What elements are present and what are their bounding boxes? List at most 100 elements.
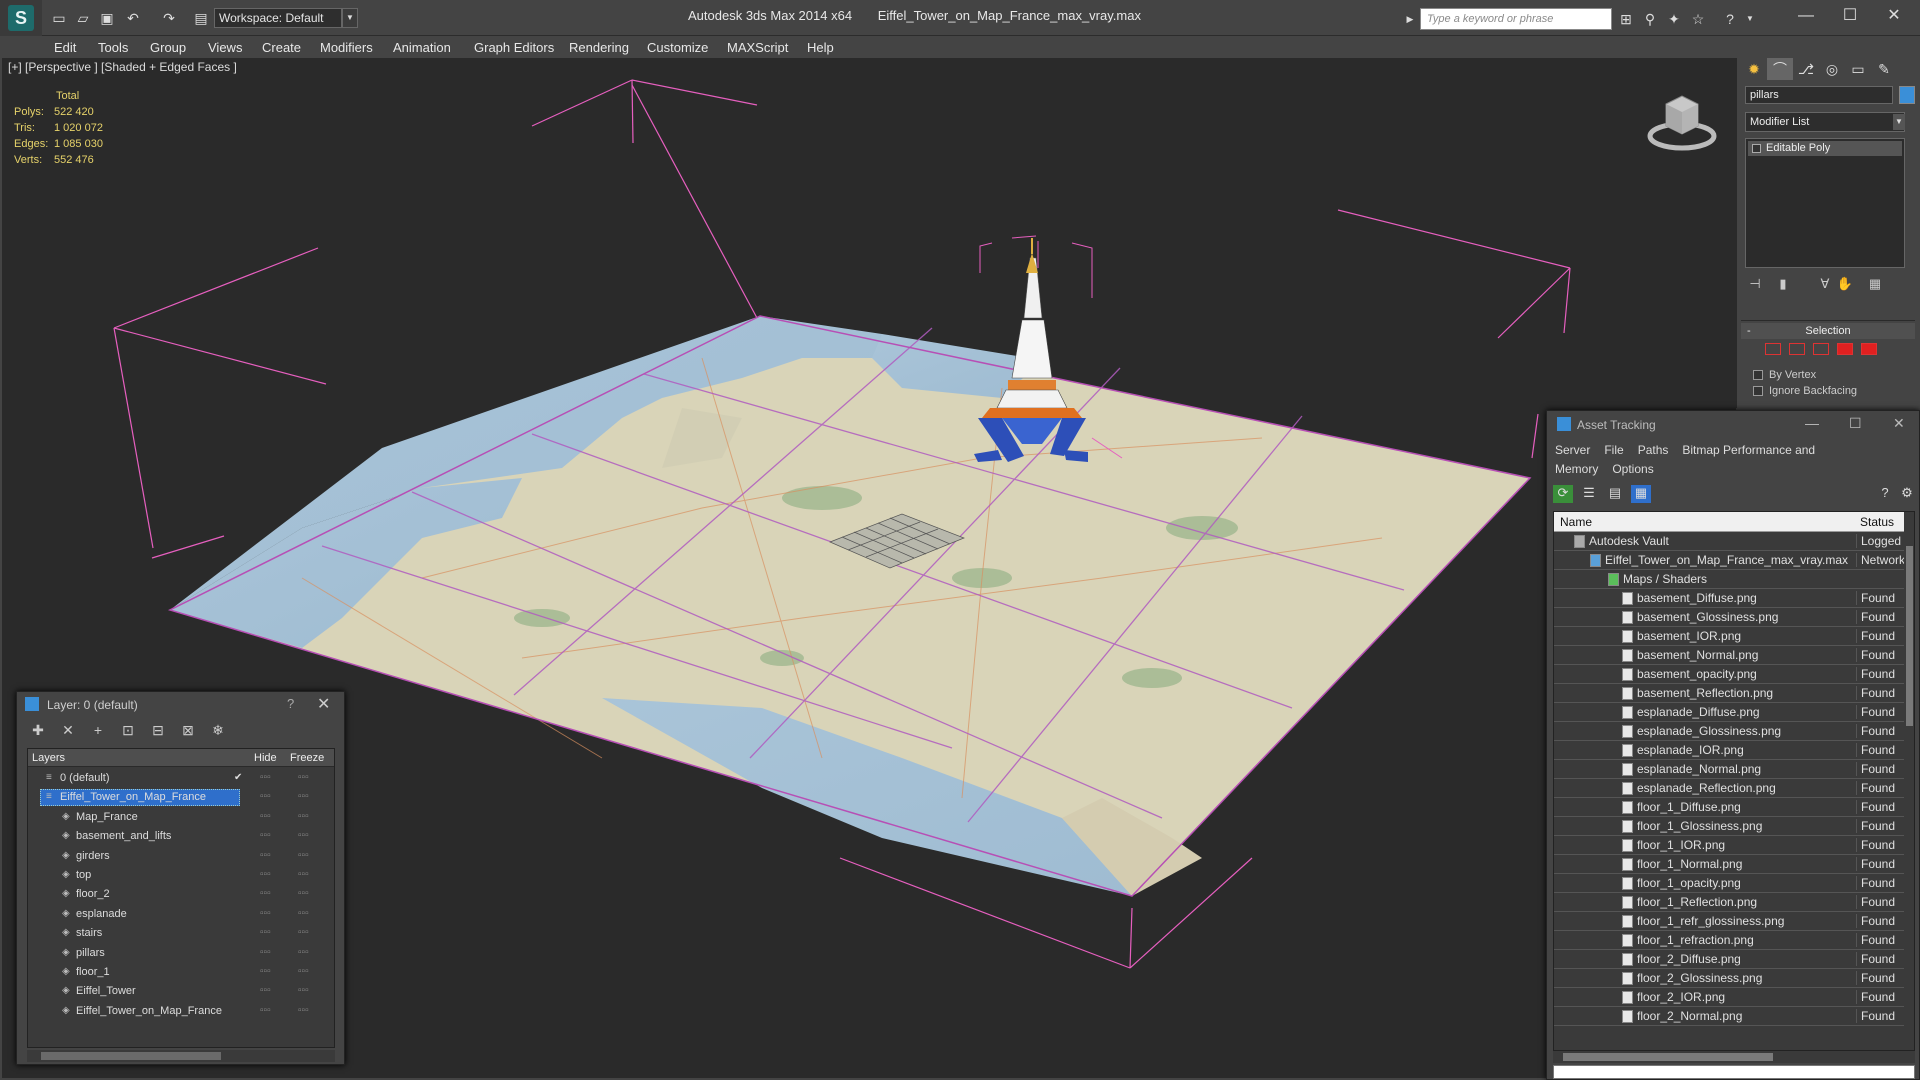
asset-row[interactable]: floor_1_refr_glossiness.png Found (1554, 912, 1904, 931)
thumbnail-view-icon[interactable]: ▤ (1605, 485, 1625, 503)
vertical-scrollbar[interactable] (1904, 532, 1914, 1050)
hide-column-header[interactable]: Hide (254, 752, 277, 764)
border-icon[interactable] (1813, 343, 1829, 355)
refresh-icon[interactable]: ⟳ (1553, 485, 1573, 503)
freeze-toggle[interactable]: ▫▫▫ (298, 830, 309, 841)
freeze-toggle[interactable]: ▫▫▫ (298, 811, 309, 822)
hide-toggle[interactable]: ▫▫▫ (260, 927, 271, 938)
asset-window-titlebar[interactable]: Asset Tracking — ☐ ✕ (1547, 411, 1919, 437)
hide-toggle[interactable]: ▫▫▫ (260, 772, 271, 783)
asset-row[interactable]: esplanade_Reflection.png Found (1554, 779, 1904, 798)
selection-rollout-header[interactable]: - Selection (1741, 323, 1915, 339)
freeze-toggle[interactable]: ▫▫▫ (298, 947, 309, 958)
asset-row[interactable]: floor_1_Normal.png Found (1554, 855, 1904, 874)
layer-row[interactable]: ◈ girders ▫▫▫ ▫▫▫ (28, 847, 334, 866)
asset-menu-server[interactable]: Server (1555, 443, 1590, 457)
asset-row[interactable]: Maps / Shaders (1554, 570, 1904, 589)
remove-modifier-icon[interactable]: ✋ (1835, 276, 1855, 292)
asset-row[interactable]: floor_2_Normal.png Found (1554, 1007, 1904, 1026)
hide-toggle[interactable]: ▫▫▫ (260, 908, 271, 919)
asset-row[interactable]: basement_Diffuse.png Found (1554, 589, 1904, 608)
viewport-label[interactable]: [+] [Perspective ] [Shaded + Edged Faces… (8, 60, 237, 74)
asset-menu-file[interactable]: File (1604, 443, 1623, 457)
checkbox-icon[interactable] (1753, 386, 1763, 397)
asset-row[interactable]: basement_opacity.png Found (1554, 665, 1904, 684)
layer-row[interactable]: ◈ stairs ▫▫▫ ▫▫▫ (28, 924, 334, 943)
asset-row[interactable]: esplanade_Diffuse.png Found (1554, 703, 1904, 722)
help-dropdown-icon[interactable]: ▼ (1740, 9, 1760, 29)
table-view-icon[interactable]: ▦ (1631, 485, 1651, 503)
asset-row[interactable]: floor_1_refraction.png Found (1554, 931, 1904, 950)
help-icon[interactable]: ? (1720, 9, 1740, 29)
element-icon[interactable] (1861, 343, 1877, 355)
freeze-all-icon[interactable]: ❄ (207, 722, 229, 739)
hide-toggle[interactable]: ▫▫▫ (260, 888, 271, 899)
project-folder-icon[interactable]: ▤ (192, 9, 210, 27)
close-button[interactable]: ✕ (1893, 415, 1905, 432)
undo-icon[interactable]: ↶ (124, 9, 142, 27)
menu-help[interactable]: Help (807, 40, 834, 55)
list-view-icon[interactable]: ☰ (1579, 485, 1599, 503)
delete-layer-icon[interactable]: ✕ (57, 722, 79, 739)
asset-row[interactable]: floor_1_Reflection.png Found (1554, 893, 1904, 912)
layer-row[interactable]: ◈ basement_and_lifts ▫▫▫ ▫▫▫ (28, 827, 334, 846)
layer-window-titlebar[interactable]: Layer: 0 (default) (17, 692, 344, 716)
polygon-icon[interactable] (1837, 343, 1853, 355)
ignore-backfacing-checkbox[interactable]: Ignore Backfacing (1753, 385, 1857, 397)
current-layer-check-icon[interactable]: ✔ (234, 772, 242, 783)
status-column-header[interactable]: Status (1860, 515, 1894, 529)
layer-row[interactable]: ◈ floor_1 ▫▫▫ ▫▫▫ (28, 963, 334, 982)
add-to-layer-icon[interactable]: + (87, 722, 109, 738)
layer-row[interactable]: ◈ top ▫▫▫ ▫▫▫ (28, 866, 334, 885)
hide-toggle[interactable]: ▫▫▫ (260, 811, 271, 822)
hide-toggle[interactable]: ▫▫▫ (260, 966, 271, 977)
workspace-dropdown[interactable]: Workspace: Default (214, 8, 342, 28)
hide-toggle[interactable]: ▫▫▫ (260, 947, 271, 958)
scrollbar-thumb[interactable] (1906, 546, 1913, 726)
configure-sets-icon[interactable]: ▦ (1865, 276, 1885, 292)
freeze-toggle[interactable]: ▫▫▫ (298, 1005, 309, 1016)
menu-modifiers[interactable]: Modifiers (320, 40, 373, 55)
communication-center-icon[interactable]: ✦ (1664, 9, 1684, 29)
stack-item-editable-poly[interactable]: Editable Poly (1748, 141, 1902, 156)
help-search-input[interactable]: Type a keyword or phrase (1420, 8, 1612, 30)
maximize-button[interactable]: ☐ (1849, 415, 1862, 432)
freeze-toggle[interactable]: ▫▫▫ (298, 985, 309, 996)
asset-row[interactable]: floor_2_Glossiness.png Found (1554, 969, 1904, 988)
asset-menu-paths[interactable]: Paths (1638, 443, 1669, 457)
close-button[interactable]: ✕ (317, 694, 330, 714)
modifier-stack[interactable]: Editable Poly (1745, 138, 1905, 268)
save-file-icon[interactable]: ▣ (98, 9, 116, 27)
layer-row[interactable]: ◈ floor_2 ▫▫▫ ▫▫▫ (28, 885, 334, 904)
layers-column-header[interactable]: Layers (32, 752, 65, 764)
asset-row[interactable]: floor_2_IOR.png Found (1554, 988, 1904, 1007)
asset-row[interactable]: floor_1_Glossiness.png Found (1554, 817, 1904, 836)
asset-row[interactable]: esplanade_Glossiness.png Found (1554, 722, 1904, 741)
motion-tab-icon[interactable]: ◎ (1819, 58, 1845, 80)
edge-icon[interactable] (1789, 343, 1805, 355)
search-expand-icon[interactable]: ▶ (1400, 9, 1420, 29)
freeze-toggle[interactable]: ▫▫▫ (298, 869, 309, 880)
by-vertex-checkbox[interactable]: By Vertex (1753, 369, 1816, 381)
hide-toggle[interactable]: ▫▫▫ (260, 1005, 271, 1016)
map-france-plane[interactable] (167, 315, 1532, 897)
menu-edit[interactable]: Edit (54, 40, 76, 55)
favorites-icon[interactable]: ☆ (1688, 9, 1708, 29)
freeze-toggle[interactable]: ▫▫▫ (298, 927, 309, 938)
scrollbar-thumb[interactable] (41, 1052, 221, 1060)
layer-row[interactable]: ◈ esplanade ▫▫▫ ▫▫▫ (28, 905, 334, 924)
display-tab-icon[interactable]: ▭ (1845, 58, 1871, 80)
utilities-tab-icon[interactable]: ✎ (1871, 58, 1897, 80)
redo-icon[interactable]: ↷ (160, 9, 178, 27)
hierarchy-tab-icon[interactable]: ⎇ (1793, 58, 1819, 80)
asset-row[interactable]: basement_Normal.png Found (1554, 646, 1904, 665)
freeze-column-header[interactable]: Freeze (290, 752, 324, 764)
asset-row[interactable]: basement_IOR.png Found (1554, 627, 1904, 646)
open-file-icon[interactable]: ▱ (74, 9, 92, 27)
subscription-icon[interactable]: ⚲ (1640, 9, 1660, 29)
asset-row[interactable]: basement_Reflection.png Found (1554, 684, 1904, 703)
hide-all-icon[interactable]: ⊠ (177, 722, 199, 739)
viewcube-icon[interactable] (1642, 80, 1722, 160)
highlight-layer-icon[interactable]: ⊟ (147, 722, 169, 739)
hide-toggle[interactable]: ▫▫▫ (260, 791, 271, 802)
